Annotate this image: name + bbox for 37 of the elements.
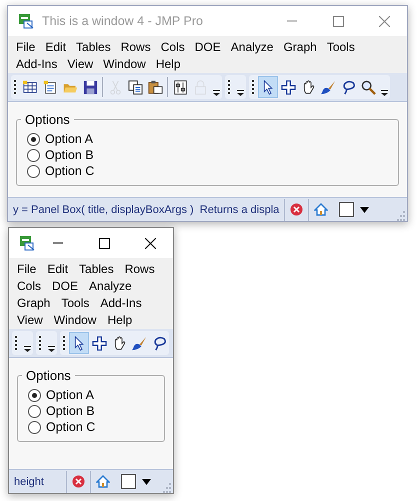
window-title: This is a window 4 - JMP Pro [42,14,204,28]
menu-item[interactable]: Analyze [85,278,139,295]
option-label[interactable]: Option C [45,163,94,179]
panel-title: Options [24,112,71,127]
menu-item[interactable]: DOE [190,39,227,56]
option-label[interactable]: Option A [46,387,94,403]
menu-item[interactable]: Graph [279,39,323,56]
menu-item[interactable]: Tables [72,39,117,56]
menu-item[interactable]: Tools [57,295,96,312]
menu-item[interactable]: File [13,261,44,278]
menu-item[interactable]: Edit [41,39,72,56]
menu-item[interactable]: Add-Ins [12,56,64,73]
option-label[interactable]: Option B [45,147,94,163]
menu-item[interactable]: Analyze [226,39,280,56]
menu-item[interactable]: Window [50,312,104,329]
option-label[interactable]: Option A [45,131,93,147]
menu-item[interactable]: Add-Ins [96,295,149,312]
menu-item[interactable]: Edit [43,261,76,278]
status-text: y = Panel Box( title, displayBoxArgs ) Returns a displa [12,204,280,216]
menu-item[interactable]: View [13,312,50,329]
menu-item[interactable]: File [12,39,42,56]
menu-item[interactable]: Help [103,312,140,329]
status-text: height [13,476,45,488]
menu-item[interactable]: Cols [156,39,191,56]
menu-item[interactable]: Graph [13,295,58,312]
menu-item[interactable]: View [63,56,100,73]
menu-item[interactable]: Rows [116,39,157,56]
menu-item[interactable]: Help [152,56,187,73]
option-label[interactable]: Option B [46,403,95,419]
menu-item[interactable]: Cols [13,278,48,295]
menu-item[interactable]: Tools [322,39,361,56]
menu-item[interactable]: Window [99,56,152,73]
option-label[interactable]: Option C [46,419,96,435]
panel-title: Options [25,368,72,383]
menu-item[interactable]: DOE [48,278,86,295]
menu-item[interactable]: Tables [75,261,121,278]
menu-item[interactable]: Rows [120,261,162,278]
